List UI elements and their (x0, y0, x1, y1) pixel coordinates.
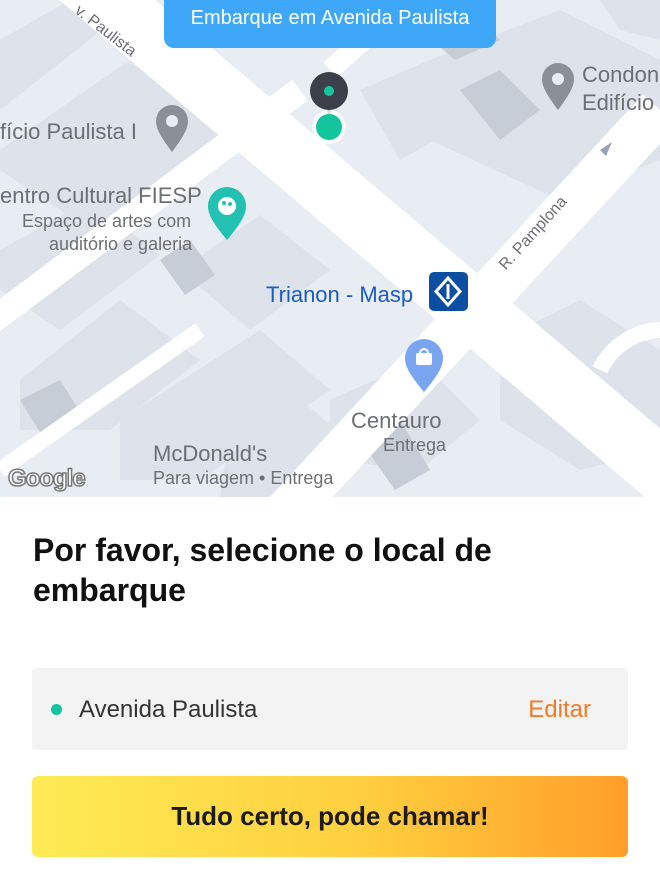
poi-mcdonalds-name[interactable]: McDonald's (153, 441, 267, 467)
metro-station-icon (429, 272, 468, 311)
pickup-pin-icon (310, 72, 348, 144)
pickup-location-name: Avenida Paulista (79, 696, 258, 723)
poi-mcdonalds-sub: Para viagem • Entrega (153, 468, 334, 488)
poi-fiesp-name[interactable]: entro Cultural FIESP (0, 183, 202, 209)
poi-condominio-line2[interactable]: Edifício (582, 90, 654, 116)
poi-fiesp-desc: auditório e galeria (49, 234, 193, 254)
confirm-pickup-button[interactable]: Tudo certo, pode chamar! (32, 776, 628, 857)
location-dot-icon (51, 704, 62, 715)
poi-centauro-sub: Entrega (383, 435, 447, 455)
poi-centauro-name[interactable]: Centauro (351, 408, 442, 434)
pickup-location-bubble[interactable]: Embarque em Avenida Paulista (164, 0, 496, 48)
poi-condominio-line1[interactable]: Condon (582, 62, 659, 88)
poi-edificio-paulista[interactable]: fício Paulista I (0, 119, 137, 145)
poi-metro-trianon[interactable]: Trianon - Masp (266, 282, 413, 308)
pickup-location-field[interactable]: Avenida Paulista Editar (32, 668, 628, 750)
map-view[interactable]: v. Paulista R. Pamplona fício Paulista I… (0, 0, 660, 497)
google-logo: Google (7, 464, 86, 493)
edit-location-button[interactable]: Editar (528, 696, 591, 724)
bottom-sheet: Por favor, selecione o local de embarque… (0, 497, 660, 880)
poi-fiesp-desc: Espaço de artes com (22, 211, 192, 231)
sheet-title: Por favor, selecione o local de embarque (33, 532, 492, 608)
